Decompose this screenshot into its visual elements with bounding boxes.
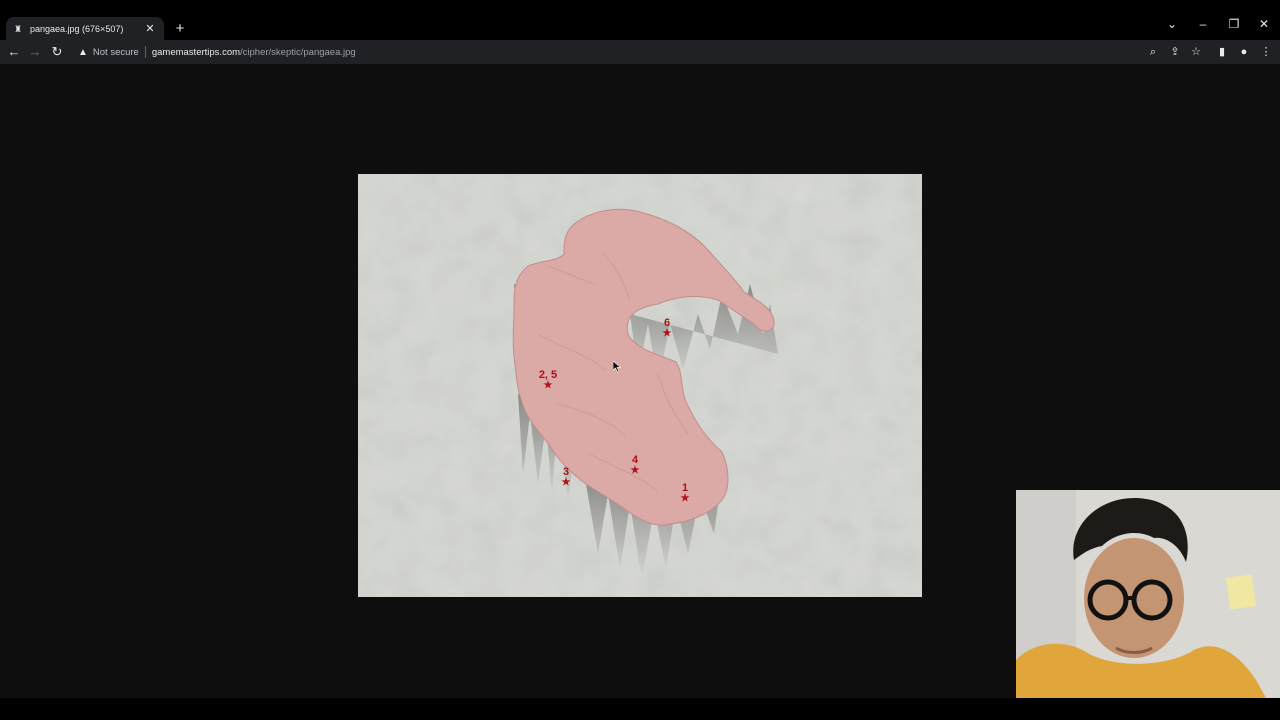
url-host: gamemastertips.com: [151, 46, 241, 58]
warning-icon: ▲: [78, 46, 88, 58]
tab-active[interactable]: ♜ pangaea.jpg (676×507) ✕: [6, 17, 164, 40]
map-marker-6[interactable]: 6 ★: [659, 318, 675, 339]
address-bar[interactable]: ▲ Not secure gamemastertips.com/cipher/s…: [70, 42, 1210, 62]
profile-icon[interactable]: ●: [1237, 45, 1251, 59]
zoom-icon[interactable]: ⌕: [1146, 45, 1160, 59]
tab-close-icon[interactable]: ✕: [144, 22, 156, 35]
tab-title: pangaea.jpg (676×507): [30, 23, 124, 34]
star-icon: ★: [561, 477, 571, 488]
star-icon: ★: [662, 328, 672, 339]
bookmark-star-icon[interactable]: ☆: [1189, 45, 1203, 59]
restore-icon[interactable]: ❐: [1226, 17, 1242, 31]
favicon-icon: ♜: [14, 23, 23, 34]
star-icon: ★: [630, 465, 640, 476]
browser-toolbar: ← → ↻ ▲ Not secure gamemastertips.com/ci…: [0, 40, 1280, 64]
map-marker-1[interactable]: 1 ★: [677, 483, 693, 504]
star-icon: ★: [680, 493, 690, 504]
tab-search-icon[interactable]: ⌄: [1164, 17, 1180, 31]
webcam-overlay: [1016, 490, 1280, 698]
back-icon[interactable]: ←: [6, 44, 22, 60]
tab-strip: ♜ pangaea.jpg (676×507) ✕ + ⌄ – ❐ ✕: [0, 0, 1280, 40]
mouse-cursor-icon: [613, 361, 621, 372]
map-marker-2-5[interactable]: 2, 5 ★: [534, 370, 562, 391]
forward-icon[interactable]: →: [27, 44, 43, 60]
security-label[interactable]: Not secure: [93, 47, 139, 58]
kebab-menu-icon[interactable]: ⋮: [1259, 45, 1273, 59]
map-marker-3[interactable]: 3 ★: [558, 467, 574, 488]
map-marker-4[interactable]: 4 ★: [627, 455, 643, 476]
share-icon[interactable]: ⇪: [1168, 45, 1182, 59]
side-panel-icon[interactable]: ▮: [1215, 45, 1229, 59]
minimize-icon[interactable]: –: [1195, 17, 1211, 31]
webcam-person-image: [1016, 490, 1280, 698]
reload-icon[interactable]: ↻: [49, 44, 65, 60]
address-separator: [144, 46, 146, 58]
pangaea-map-image[interactable]: 6 ★ 2, 5 ★ 4 ★ 3 ★ 1 ★: [358, 174, 922, 597]
map-drawing: [358, 174, 922, 597]
url-path: /cipher/skeptic/pangaea.jpg: [240, 46, 356, 58]
star-icon: ★: [543, 380, 553, 391]
new-tab-icon[interactable]: +: [173, 20, 187, 37]
bottom-bar: [0, 698, 1280, 720]
window-close-icon[interactable]: ✕: [1256, 17, 1272, 31]
